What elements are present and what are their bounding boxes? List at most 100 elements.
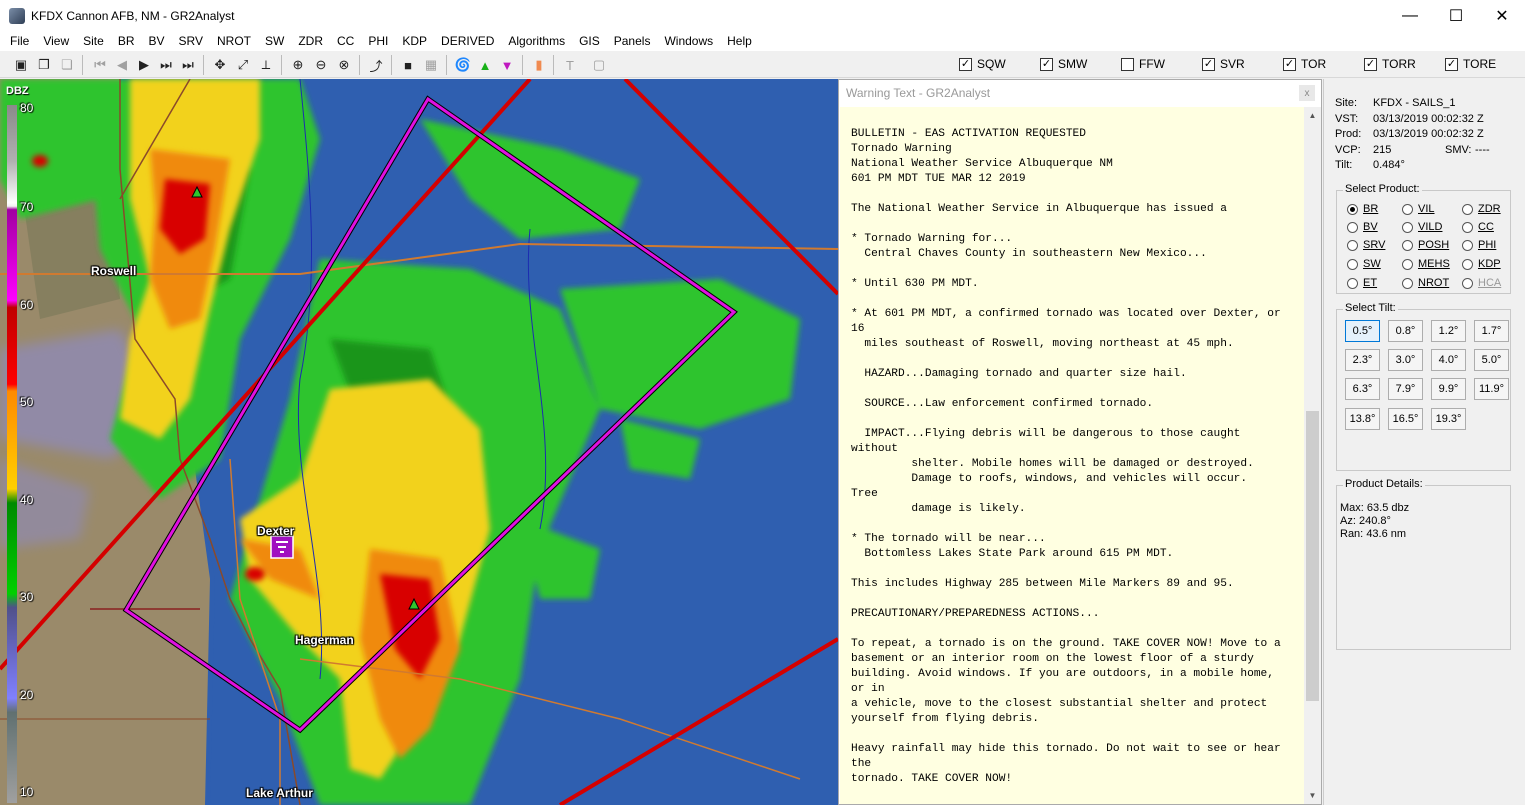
- pan-icon[interactable]: ✥: [210, 55, 230, 75]
- menu-file[interactable]: File: [3, 34, 36, 48]
- scroll-down-icon[interactable]: ▼: [1304, 787, 1321, 804]
- menu-derived[interactable]: DERIVED: [434, 34, 501, 48]
- tilt-button-4-0[interactable]: 4.0°: [1431, 349, 1466, 371]
- menu-help[interactable]: Help: [720, 34, 759, 48]
- product-radio-mehs[interactable]: MEHS: [1402, 258, 1450, 270]
- menu-srv[interactable]: SRV: [172, 34, 210, 48]
- menu-algorithms[interactable]: Algorithms: [501, 34, 572, 48]
- tilt-button-6-3[interactable]: 6.3°: [1345, 378, 1380, 400]
- menu-nrot[interactable]: NROT: [210, 34, 258, 48]
- maximize-button[interactable]: ☐: [1433, 0, 1479, 31]
- tor-checkbox[interactable]: ✓ TOR: [1283, 57, 1326, 71]
- menu-view[interactable]: View: [36, 34, 76, 48]
- tilt-button-0-8[interactable]: 0.8°: [1388, 320, 1423, 342]
- warning-window-titlebar[interactable]: Warning Text - GR2Analyst x: [839, 80, 1321, 106]
- first-frame-icon[interactable]: ⏮: [90, 55, 110, 75]
- menu-gis[interactable]: GIS: [572, 34, 607, 48]
- tilt-button-13-8[interactable]: 13.8°: [1345, 408, 1380, 430]
- product-radio-zdr[interactable]: ZDR: [1462, 203, 1501, 215]
- product-radio-bv[interactable]: BV: [1347, 221, 1378, 233]
- scroll-thumb[interactable]: [1306, 411, 1319, 701]
- product-radio-srv[interactable]: SRV: [1347, 239, 1385, 251]
- smw-checkbox[interactable]: ✓ SMW: [1040, 57, 1087, 71]
- copy-icon[interactable]: ❐: [34, 55, 54, 75]
- open-site-icon[interactable]: ▣: [11, 55, 31, 75]
- hurricane-icon[interactable]: 🌀: [453, 55, 473, 75]
- radar-map[interactable]: Roswell Dexter Hagerman Lake Arthur: [0, 79, 838, 805]
- torr-check-icon: ✓: [1364, 57, 1377, 71]
- scale-tick-20: 20: [20, 688, 34, 702]
- tilt-button-7-9[interactable]: 7.9°: [1388, 378, 1423, 400]
- menu-zdr[interactable]: ZDR: [291, 34, 330, 48]
- grid-icon[interactable]: ▦: [421, 55, 441, 75]
- product-radio-vil[interactable]: VIL: [1402, 203, 1435, 215]
- product-radio-posh[interactable]: POSH: [1402, 239, 1449, 251]
- menu-br[interactable]: BR: [111, 34, 142, 48]
- tore-checkbox[interactable]: ✓ TORE: [1445, 57, 1496, 71]
- tilt-button-2-3[interactable]: 2.3°: [1345, 349, 1380, 371]
- select-tilt-group: Select Tilt: 0.5° 0.8° 1.2° 1.7° 2.3° 3.…: [1336, 302, 1511, 471]
- sqw-checkbox[interactable]: ✓ SQW: [959, 57, 1006, 71]
- zoom-in-icon[interactable]: ⊕: [288, 55, 308, 75]
- zoom-reset-icon[interactable]: ⊗: [334, 55, 354, 75]
- measure-icon[interactable]: ⤢: [233, 55, 253, 75]
- tilt-button-5-0[interactable]: 5.0°: [1474, 349, 1509, 371]
- text-icon[interactable]: T: [560, 55, 580, 75]
- tilt-button-3-0[interactable]: 3.0°: [1388, 349, 1423, 371]
- tilt-button-11-9[interactable]: 11.9°: [1474, 378, 1509, 400]
- warning-close-button[interactable]: x: [1299, 85, 1315, 101]
- menu-sw[interactable]: SW: [258, 34, 291, 48]
- scale-tick-30: 30: [20, 590, 34, 604]
- product-radio-vild[interactable]: VILD: [1402, 221, 1442, 233]
- menu-kdp[interactable]: KDP: [395, 34, 434, 48]
- tilt-button-0-5[interactable]: 0.5°: [1345, 320, 1380, 342]
- zoom-out-icon[interactable]: ⊖: [311, 55, 331, 75]
- close-button[interactable]: ✕: [1479, 0, 1525, 31]
- warning-text-area[interactable]: BULLETIN - EAS ACTIVATION REQUESTED Torn…: [840, 107, 1304, 804]
- minimize-button[interactable]: —: [1387, 0, 1433, 31]
- product-radio-br[interactable]: BR: [1347, 203, 1378, 215]
- toolbar: ▣ ❐ ❏ ⏮ ◀ ▶ ⏭ ⏭ ✥ ⤢ ⟂ ⊕ ⊖ ⊗ ⤴ ■ ▦ 🌀 ▲ ▼ …: [0, 51, 1525, 78]
- svr-checkbox[interactable]: ✓ SVR: [1202, 57, 1245, 71]
- menu-site[interactable]: Site: [76, 34, 111, 48]
- menu-panels[interactable]: Panels: [607, 34, 658, 48]
- multi-site-icon[interactable]: ❏: [57, 55, 77, 75]
- scroll-up-icon[interactable]: ▲: [1304, 107, 1321, 124]
- product-radio-phi[interactable]: PHI: [1462, 239, 1496, 251]
- menu-windows[interactable]: Windows: [657, 34, 720, 48]
- scale-bar: [7, 105, 17, 803]
- city-lake-arthur: Lake Arthur: [246, 786, 313, 800]
- torr-checkbox[interactable]: ✓ TORR: [1364, 57, 1416, 71]
- link-icon[interactable]: ⤴: [366, 55, 386, 75]
- scale-tick-50: 50: [20, 395, 34, 409]
- menu-bar: File View Site BR BV SRV NROT SW ZDR CC …: [0, 31, 1525, 51]
- product-radio-nrot[interactable]: NROT: [1402, 277, 1449, 289]
- warning-text: BULLETIN - EAS ACTIVATION REQUESTED Torn…: [851, 128, 1281, 785]
- green-triangle-icon[interactable]: ▲: [475, 55, 495, 75]
- ffw-checkbox[interactable]: FFW: [1121, 57, 1165, 71]
- menu-cc[interactable]: CC: [330, 34, 361, 48]
- product-radio-sw[interactable]: SW: [1347, 258, 1381, 270]
- warning-scrollbar[interactable]: ▲ ▼: [1304, 107, 1321, 804]
- product-radio-cc[interactable]: CC: [1462, 221, 1494, 233]
- cross-section-icon[interactable]: ⟂: [256, 55, 276, 75]
- tilt-button-9-9[interactable]: 9.9°: [1431, 378, 1466, 400]
- play-icon[interactable]: ▶: [134, 55, 154, 75]
- product-radio-et[interactable]: ET: [1347, 277, 1377, 289]
- next-frame-icon[interactable]: ⏭: [156, 55, 176, 75]
- tilt-button-1-2[interactable]: 1.2°: [1431, 320, 1466, 342]
- storm-table-icon[interactable]: ■: [398, 55, 418, 75]
- dbz-color-scale: DBZ 80 70 60 50 40 30 20 10: [0, 79, 40, 805]
- product-radio-kdp[interactable]: KDP: [1462, 258, 1501, 270]
- frame-icon[interactable]: ▢: [589, 55, 609, 75]
- tilt-button-1-7[interactable]: 1.7°: [1474, 320, 1509, 342]
- tilt-button-19-3[interactable]: 19.3°: [1431, 408, 1466, 430]
- menu-phi[interactable]: PHI: [361, 34, 395, 48]
- magenta-triangle-icon[interactable]: ▼: [497, 55, 517, 75]
- last-frame-icon[interactable]: ⏭: [178, 55, 198, 75]
- tilt-button-16-5[interactable]: 16.5°: [1388, 408, 1423, 430]
- menu-bv[interactable]: BV: [142, 34, 172, 48]
- prev-frame-icon[interactable]: ◀: [112, 55, 132, 75]
- orange-square-icon[interactable]: ▮: [529, 55, 549, 75]
- radio-dot-icon: [1347, 277, 1358, 289]
